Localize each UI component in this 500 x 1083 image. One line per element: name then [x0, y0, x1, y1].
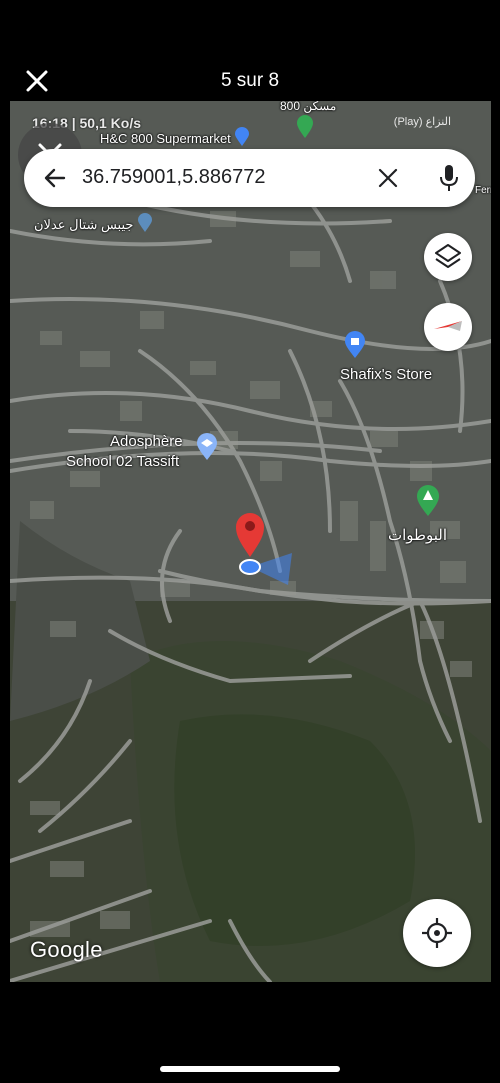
poi-right-edge: Ferm [475, 185, 491, 196]
clear-icon[interactable] [376, 166, 400, 190]
shopping-cart-pin-icon [235, 127, 250, 146]
poi-label: جيبس شتال عدلان [34, 217, 134, 232]
map-pin-green-icon[interactable] [296, 115, 314, 139]
park-pin-icon[interactable] [416, 485, 440, 517]
compass-icon [434, 321, 462, 331]
google-attribution: Google [30, 937, 103, 962]
layers-button[interactable] [424, 233, 472, 281]
home-indicator[interactable] [160, 1066, 340, 1072]
school-pin-icon[interactable] [196, 433, 218, 461]
poi-label: H&C 800 Supermarket [100, 131, 231, 146]
poi-store-pin[interactable] [344, 331, 366, 362]
poi-top-arabic: 800 مسكن [280, 101, 337, 113]
poi-school-line1[interactable]: Adosphère [110, 433, 183, 451]
layers-icon [435, 244, 461, 268]
search-bar[interactable]: 36.759001,5.886772 [24, 149, 475, 207]
status-right: (Play) النزاع [393, 116, 451, 128]
mic-icon[interactable] [438, 163, 460, 193]
poi-store[interactable]: Shafix's Store [340, 366, 432, 384]
screenshot-image[interactable]: 16:18 | 50,1 Ko/s (Play) النزاع 36.75900… [10, 101, 491, 982]
poi-park-arabic[interactable]: البوطوات [388, 527, 447, 545]
crosshair-icon [422, 918, 452, 948]
compass-button[interactable] [424, 303, 472, 351]
back-arrow-icon[interactable] [42, 165, 68, 191]
search-query[interactable]: 36.759001,5.886772 [82, 166, 266, 189]
poi-school-line2[interactable]: School 02 Tassift [66, 453, 179, 471]
poi-supermarket[interactable]: H&C 800 Supermarket [100, 127, 250, 147]
store-pin-icon [138, 213, 153, 232]
poi-shop-arabic[interactable]: جيبس شتال عدلان [34, 213, 153, 233]
shopping-bag-pin-icon [345, 331, 365, 358]
my-location-button[interactable] [403, 899, 471, 967]
image-counter: 5 sur 8 [220, 70, 280, 91]
